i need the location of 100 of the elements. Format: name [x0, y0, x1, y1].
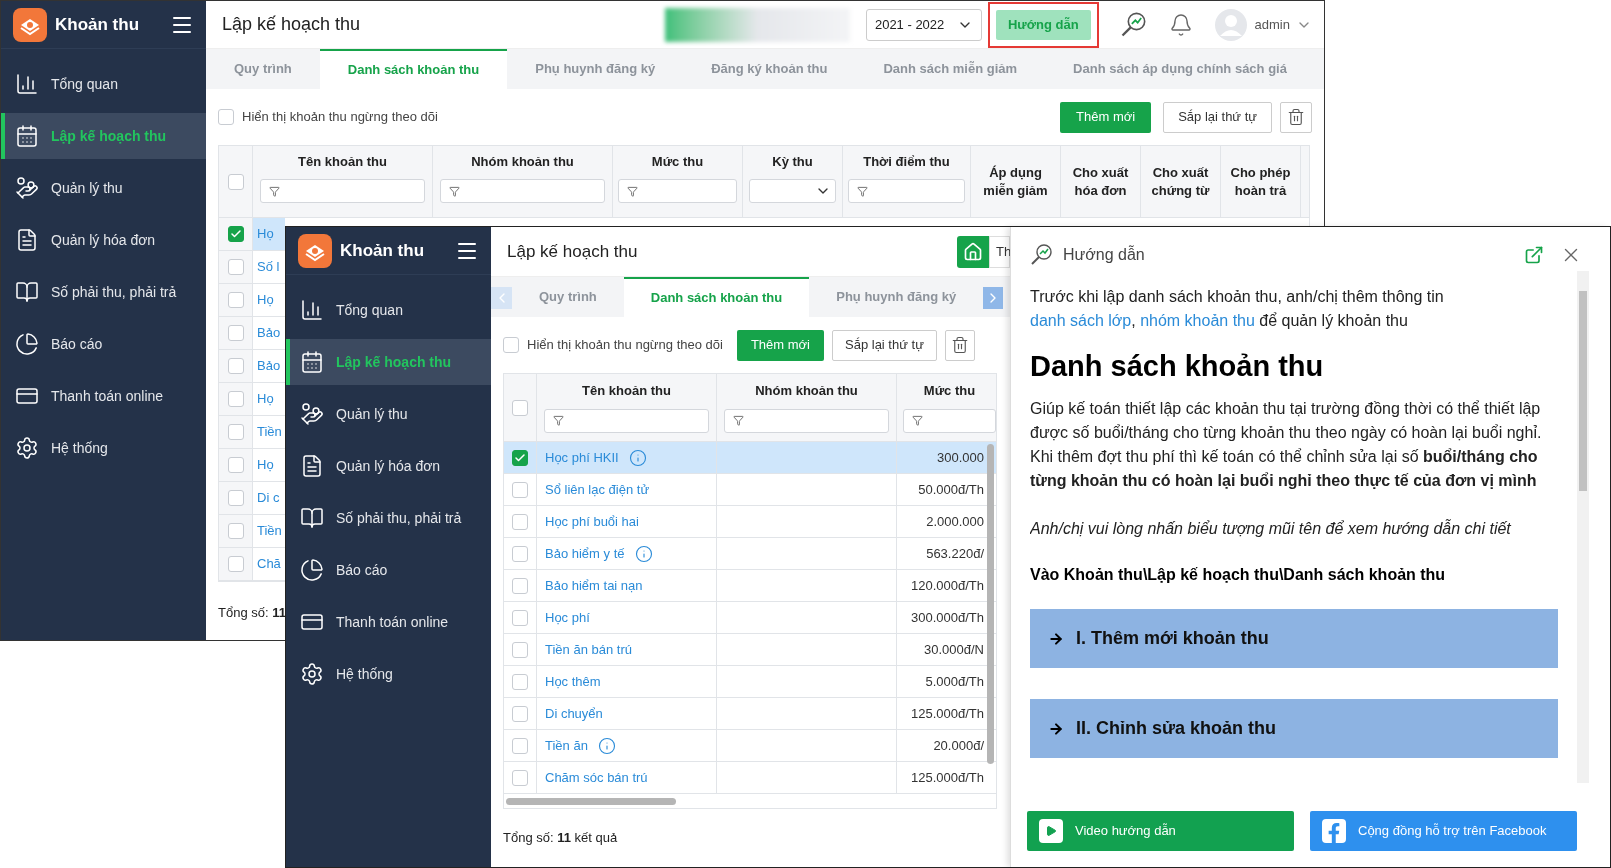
checkbox[interactable] [512, 737, 528, 754]
info-icon[interactable] [628, 448, 647, 467]
checkbox[interactable] [227, 391, 244, 407]
fee-name-link[interactable]: Tiền ăn bán trú [545, 639, 632, 660]
sidebar-item[interactable]: Số phải thu, phải trả [286, 495, 491, 541]
sidebar-item[interactable]: Quản lý thu [1, 165, 206, 211]
table-row[interactable]: Học thêm 5.000đ/Th [504, 666, 996, 698]
table-row[interactable]: Họ [219, 284, 285, 317]
sidebar-item[interactable]: Thanh toán online [286, 599, 491, 645]
bell-icon[interactable] [1168, 12, 1193, 37]
table-row[interactable]: Số l [219, 251, 285, 284]
checkbox[interactable] [512, 513, 528, 530]
guide-section-bar[interactable]: II. Chỉnh sửa khoản thu [1030, 699, 1558, 758]
horizontal-scrollbar[interactable] [506, 797, 676, 805]
checkbox[interactable] [512, 769, 528, 786]
facebook-community-button[interactable]: Cộng đồng hỗ trợ trên Facebook [1310, 811, 1577, 851]
sidebar-item[interactable]: Thanh toán online [1, 373, 206, 419]
add-button[interactable]: Thêm mới [1060, 101, 1152, 133]
table-row[interactable]: Bảo [219, 350, 285, 383]
fee-name-link[interactable]: Sổ liên lạc điện tử [545, 479, 650, 500]
table-row[interactable]: Tiền [219, 416, 285, 449]
table-row[interactable]: Bảo [219, 317, 285, 350]
sidebar-item[interactable]: Tổng quan [286, 287, 491, 333]
fee-name-link[interactable]: Họ [257, 290, 274, 310]
tab[interactable]: Đăng ký khoản thu [683, 49, 856, 89]
vertical-scrollbar[interactable] [987, 444, 994, 764]
table-row[interactable]: Tiền ăn 20.000đ/ [504, 730, 996, 762]
guide-link[interactable]: danh sách lớp [1030, 312, 1132, 329]
checkbox[interactable] [227, 226, 244, 242]
delete-button[interactable] [1280, 101, 1312, 133]
checkbox[interactable] [227, 292, 244, 308]
user-name[interactable]: admin [1254, 14, 1290, 35]
checkbox[interactable] [512, 609, 528, 626]
sidebar-item[interactable]: Báo cáo [286, 547, 491, 593]
add-button[interactable]: Thêm mới [736, 329, 824, 361]
table-row[interactable]: Bảo hiểm y tế 563.220đ/ [504, 538, 996, 570]
checkbox[interactable] [218, 109, 234, 125]
vertical-scrollbar[interactable] [1577, 271, 1589, 783]
sidebar-item[interactable]: Lập kế hoạch thu [1, 113, 206, 159]
table-row[interactable]: Họ [219, 218, 285, 251]
avatar-icon[interactable] [1214, 8, 1247, 41]
fee-name-link[interactable]: Học phí [545, 607, 590, 628]
checkbox[interactable] [227, 490, 244, 506]
scroll-right-button[interactable] [983, 287, 1004, 309]
tab[interactable]: Phụ huynh đăng ký [507, 49, 684, 89]
tab[interactable]: Danh sách khoản thu [623, 277, 810, 317]
tab[interactable]: Danh sách miễn giảm [855, 49, 1046, 89]
fee-name-link[interactable]: Di c [257, 488, 280, 508]
fee-name-link[interactable]: Bảo [257, 323, 281, 343]
reorder-button[interactable]: Sắp lại thứ tự [832, 329, 937, 361]
home-button[interactable] [957, 235, 989, 268]
fee-name-link[interactable]: Học phí HKII [545, 447, 619, 468]
sidebar-item[interactable]: Quản lý thu [286, 391, 491, 437]
filter-field[interactable] [260, 179, 425, 203]
checkbox[interactable] [227, 325, 244, 341]
filter-field[interactable] [544, 408, 709, 433]
checkbox[interactable] [227, 457, 244, 473]
checkbox[interactable] [512, 673, 528, 690]
checkbox[interactable] [512, 641, 528, 658]
fee-name-link[interactable]: Học phí buổi hai [545, 511, 639, 532]
scroll-left-button[interactable] [491, 287, 512, 309]
guide-link[interactable]: nhóm khoản thu [1140, 312, 1255, 329]
table-row[interactable]: Tiền ăn bán trú 30.000đ/N [504, 634, 996, 666]
filter-field[interactable] [903, 408, 996, 433]
filter-field[interactable] [848, 179, 965, 203]
table-row[interactable]: Chă [219, 548, 285, 581]
fee-name-link[interactable]: Chăm sóc bán trú [545, 767, 648, 788]
header-button[interactable]: Th [989, 235, 1010, 268]
fee-name-link[interactable]: Họ [257, 455, 274, 475]
guide-section-bar[interactable]: I. Thêm mới khoản thu [1030, 609, 1558, 668]
sidebar-item[interactable]: Lập kế hoạch thu [286, 339, 491, 385]
guide-button[interactable]: Hướng dẫn [995, 9, 1091, 40]
table-row[interactable]: Học phí HKII 300.000 [504, 442, 996, 474]
info-icon[interactable] [597, 736, 616, 755]
fee-name-link[interactable]: Tiền ăn [545, 735, 588, 756]
checkbox[interactable] [512, 449, 528, 466]
checkbox[interactable] [227, 523, 244, 539]
checkbox[interactable] [512, 705, 528, 722]
sidebar-item[interactable]: Hệ thống [286, 651, 491, 697]
fee-name-link[interactable]: Bảo hiểm tai nạn [545, 575, 643, 596]
magnifier-chart-icon[interactable] [1029, 243, 1053, 267]
checkbox[interactable] [512, 577, 528, 594]
delete-button[interactable] [944, 329, 975, 361]
table-row[interactable]: Tiền [219, 515, 285, 548]
checkbox[interactable] [227, 358, 244, 374]
tab[interactable]: Quy trình [512, 277, 624, 317]
sidebar-item[interactable]: Số phải thu, phải trả [1, 269, 206, 315]
year-select[interactable]: 2021 - 2022 [865, 8, 982, 41]
fee-name-link[interactable]: Bảo hiểm y tế [545, 543, 625, 564]
fee-name-link[interactable]: Tiền [257, 521, 282, 541]
table-row[interactable]: Họ [219, 449, 285, 482]
table-row[interactable]: Học phí 300.000đ/Th [504, 602, 996, 634]
open-external-icon[interactable] [1524, 245, 1544, 265]
fee-name-link[interactable]: Chă [257, 554, 281, 574]
tab[interactable]: Phụ huynh đăng ký [809, 277, 984, 317]
sidebar-item[interactable]: Quản lý hóa đơn [286, 443, 491, 489]
table-row[interactable]: Học phí buổi hai 2.000.000 [504, 506, 996, 538]
checkbox[interactable] [227, 173, 244, 190]
tab[interactable]: Danh sách áp dụng chính sách giá [1045, 49, 1315, 89]
fee-name-link[interactable]: Học thêm [545, 671, 601, 692]
